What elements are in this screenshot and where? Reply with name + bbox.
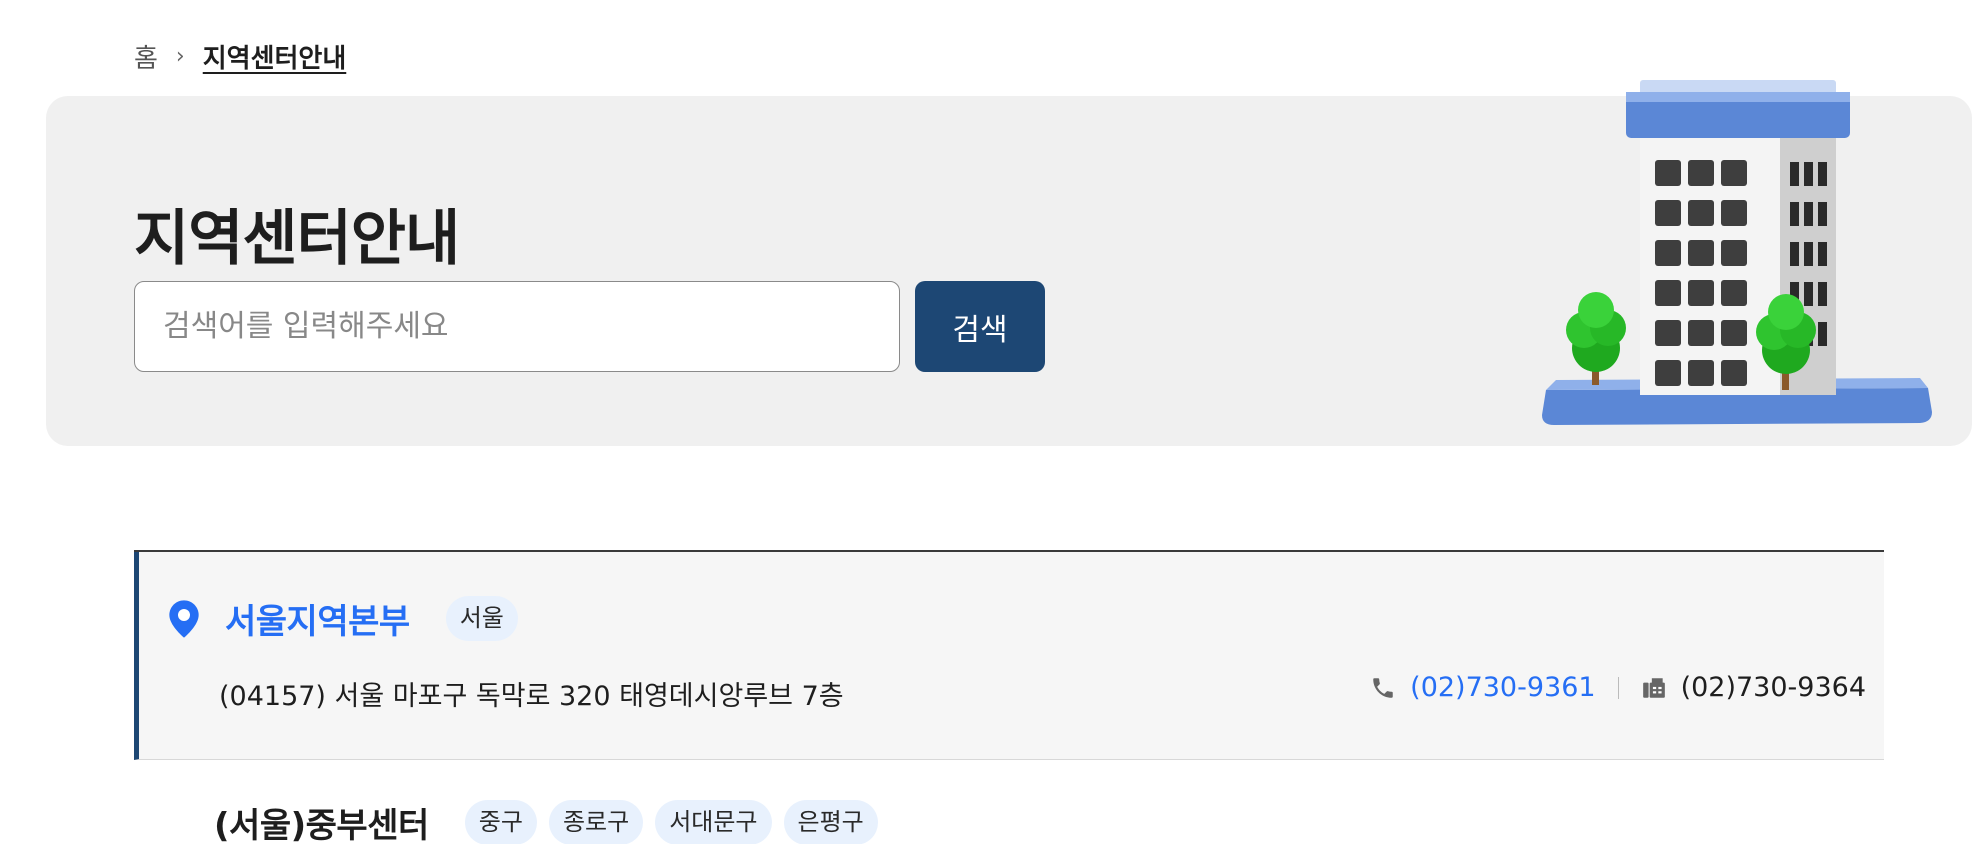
divider [1617, 676, 1619, 699]
page-title: 지역센터안내 [134, 204, 460, 274]
breadcrumb-current-link[interactable]: 지역센터안내 [203, 38, 347, 75]
center-name[interactable]: 서울지역본부 [225, 594, 410, 643]
list-item[interactable]: 서울지역본부 서울 (04157) 서울 마포구 독막로 320 태영데시앙루브… [134, 552, 1884, 760]
location-pin-icon [169, 599, 199, 638]
region-tag: 서대문구 [655, 800, 772, 844]
breadcrumb-home-link[interactable]: 홈 [134, 38, 158, 75]
center-list: 서울지역본부 서울 (04157) 서울 마포구 독막로 320 태영데시앙루브… [134, 550, 1884, 844]
region-tag: 서울 [445, 596, 518, 641]
center-address: (04157) 서울 마포구 독막로 320 태영데시앙루브 7층 [219, 681, 844, 712]
fax-icon [1642, 677, 1665, 698]
chevron-right-icon: › [175, 43, 185, 69]
building-icon [1542, 80, 1932, 425]
list-item[interactable]: (서울)중부센터 중구 종로구 서대문구 은평구 [134, 760, 1884, 844]
phone-link[interactable]: (02)730-9361 [1410, 672, 1595, 703]
breadcrumb: 홈 › 지역센터안내 [134, 36, 346, 76]
search-input[interactable] [134, 281, 900, 372]
search-button[interactable]: 검색 [915, 281, 1045, 372]
center-name[interactable]: (서울)중부센터 [214, 798, 429, 844]
region-tag: 은평구 [783, 800, 878, 844]
region-tag: 종로구 [548, 800, 644, 844]
center-contact: (02)730-9361 (02)730-9364 [1370, 672, 1866, 703]
fax-number: (02)730-9364 [1680, 672, 1866, 703]
region-tag: 중구 [464, 800, 537, 844]
phone-icon [1373, 677, 1393, 698]
